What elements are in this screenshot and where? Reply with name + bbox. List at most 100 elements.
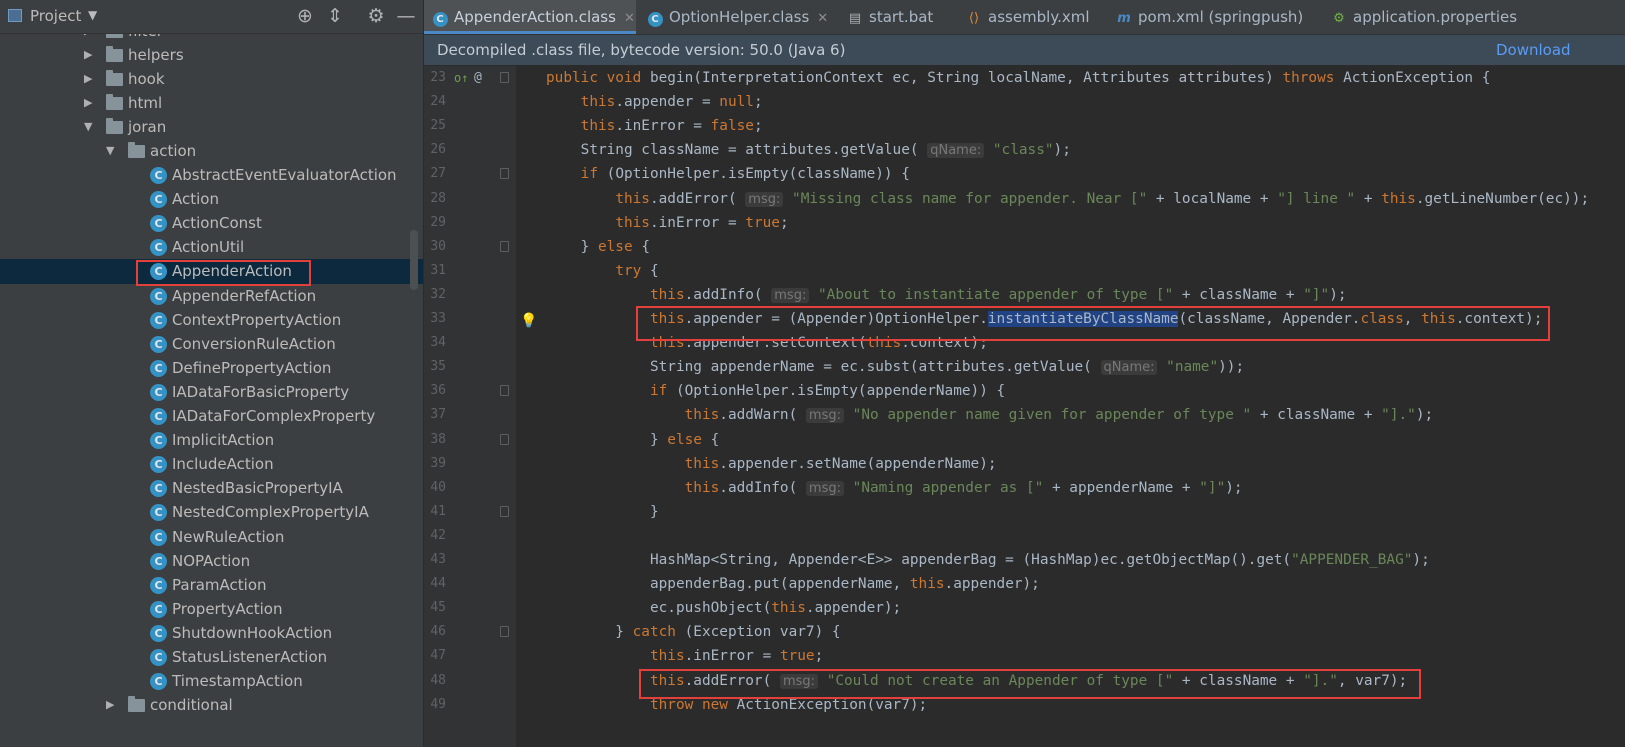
editor-tab[interactable]: C OptionHelper.class ✕ — [639, 0, 836, 34]
editor-tab[interactable]: C AppenderAction.class ✕ — [424, 0, 636, 34]
tree-class-item[interactable]: C AppenderAction — [0, 259, 423, 284]
line-number[interactable]: 43 — [424, 548, 446, 572]
fold-marker-icon[interactable] — [500, 385, 509, 397]
code-line[interactable]: 33 💡 this.appender = (Appender)OptionHelp… — [424, 307, 1625, 331]
tree-class-item[interactable]: C TimestampAction — [0, 669, 423, 693]
code-line[interactable]: 41 } — [424, 500, 1625, 524]
line-number[interactable]: 31 — [424, 259, 446, 283]
line-number[interactable]: 24 — [424, 90, 446, 114]
fold-marker-icon[interactable] — [500, 240, 509, 252]
tree-class-item[interactable]: C IADataForComplexProperty — [0, 404, 423, 428]
code-editor[interactable]: 23 o↑ @ public void begin(InterpretationCon… — [424, 66, 1625, 747]
tree-class-item[interactable]: C NOPAction — [0, 549, 423, 573]
code-line[interactable]: 28 this.addError( msg: "Missing class na… — [424, 187, 1625, 211]
minimize-icon[interactable]: — — [394, 4, 418, 28]
line-number[interactable]: 40 — [424, 476, 446, 500]
code-line[interactable]: 24 this.appender = null; — [424, 90, 1625, 114]
collapsed-arrow-icon[interactable]: ▶ — [84, 67, 96, 91]
line-number[interactable]: 37 — [424, 403, 446, 427]
code-line[interactable]: 29 this.inError = true; — [424, 211, 1625, 235]
tree-class-item[interactable]: C NestedBasicPropertyIA — [0, 476, 423, 500]
collapse-all-icon[interactable]: ⇕ — [323, 4, 347, 28]
line-number[interactable]: 26 — [424, 138, 446, 162]
expanded-arrow-icon[interactable]: ▼ — [106, 139, 118, 163]
fold-marker-icon[interactable] — [500, 433, 509, 445]
code-line[interactable]: 31 try { — [424, 259, 1625, 283]
annotation-marker-icon[interactable]: @ — [474, 66, 482, 90]
tree-class-item[interactable]: C ActionConst — [0, 211, 423, 235]
tree-folder[interactable]: ▶ html — [0, 91, 423, 115]
collapsed-arrow-icon[interactable]: ▶ — [84, 91, 96, 115]
code-line[interactable]: 36 if (OptionHelper.isEmpty(appenderName… — [424, 379, 1625, 403]
expanded-arrow-icon[interactable]: ▼ — [84, 115, 96, 139]
line-number[interactable]: 27 — [424, 162, 446, 186]
line-number[interactable]: 47 — [424, 644, 446, 668]
line-number[interactable]: 32 — [424, 283, 446, 307]
line-number[interactable]: 35 — [424, 355, 446, 379]
tree-class-item[interactable]: C NestedComplexPropertyIA — [0, 500, 423, 524]
code-line[interactable]: 40 this.addInfo( msg: "Naming appender a… — [424, 476, 1625, 500]
tree-class-item[interactable]: C ActionUtil — [0, 235, 423, 259]
code-line[interactable]: 23 o↑ @ public void begin(InterpretationCon… — [424, 66, 1625, 90]
line-number[interactable]: 33 — [424, 307, 446, 331]
project-panel-title[interactable]: Project — [30, 7, 81, 25]
tree-class-item[interactable]: C IADataForBasicProperty — [0, 380, 423, 404]
line-number[interactable]: 49 — [424, 693, 446, 717]
tree-class-item[interactable]: C NewRuleAction — [0, 525, 423, 549]
tree-class-item[interactable]: C AppenderRefAction — [0, 284, 423, 308]
line-number[interactable]: 38 — [424, 428, 446, 452]
code-line[interactable]: 38 } else { — [424, 428, 1625, 452]
tree-class-item[interactable]: C ConversionRuleAction — [0, 332, 423, 356]
line-number[interactable]: 39 — [424, 452, 446, 476]
line-number[interactable]: 44 — [424, 572, 446, 596]
code-line[interactable]: 25 this.inError = false; — [424, 114, 1625, 138]
code-line[interactable]: 37 this.addWarn( msg: "No appender name … — [424, 403, 1625, 427]
line-number[interactable]: 23 — [424, 66, 446, 90]
tree-class-item[interactable]: C ShutdownHookAction — [0, 621, 423, 645]
tree-folder[interactable]: ▼ action — [0, 139, 423, 163]
line-number[interactable]: 30 — [424, 235, 446, 259]
line-number[interactable]: 28 — [424, 187, 446, 211]
tree-scrollbar[interactable] — [410, 230, 418, 290]
fold-marker-icon[interactable] — [500, 168, 509, 180]
fold-marker-icon[interactable] — [500, 505, 509, 517]
tree-class-item[interactable]: C AbstractEventEvaluatorAction — [0, 163, 423, 187]
tree-folder[interactable]: ▶ hook — [0, 67, 423, 91]
editor-tab[interactable]: m pom.xml (springpush) — [1108, 0, 1320, 34]
locate-target-icon[interactable]: ⊕ — [293, 4, 317, 28]
tree-class-item[interactable]: C StatusListenerAction — [0, 645, 423, 669]
code-line[interactable]: 39 this.appender.setName(appenderName); — [424, 452, 1625, 476]
gear-icon[interactable]: ⚙ — [364, 4, 388, 28]
code-line[interactable]: 44 appenderBag.put(appenderName, this.ap… — [424, 572, 1625, 596]
tree-class-item[interactable]: C ImplicitAction — [0, 428, 423, 452]
line-number[interactable]: 34 — [424, 331, 446, 355]
line-number[interactable]: 41 — [424, 500, 446, 524]
code-line[interactable]: 42 — [424, 524, 1625, 548]
code-line[interactable]: 43 HashMap<String, Appender<E>> appender… — [424, 548, 1625, 572]
line-number[interactable]: 25 — [424, 114, 446, 138]
tree-class-item[interactable]: C IncludeAction — [0, 452, 423, 476]
lightbulb-icon[interactable]: 💡 — [520, 309, 537, 333]
line-number[interactable]: 46 — [424, 620, 446, 644]
close-icon[interactable]: ✕ — [817, 11, 828, 26]
fold-marker-icon[interactable] — [500, 626, 509, 638]
tree-folder[interactable]: ▶ helpers — [0, 43, 423, 67]
collapsed-arrow-icon[interactable]: ▶ — [106, 693, 118, 717]
editor-tab[interactable]: ⟨⟩ assembly.xml — [958, 0, 1105, 34]
code-line[interactable]: 49 throw new ActionException(var7); — [424, 693, 1625, 717]
tree-class-item[interactable]: C ParamAction — [0, 573, 423, 597]
tree-class-item[interactable]: C PropertyAction — [0, 597, 423, 621]
tree-class-item[interactable]: C ContextPropertyAction — [0, 308, 423, 332]
code-line[interactable]: 27 if (OptionHelper.isEmpty(className)) … — [424, 162, 1625, 186]
download-sources-link[interactable]: Download — [1496, 35, 1571, 65]
line-number[interactable]: 29 — [424, 211, 446, 235]
collapsed-arrow-icon[interactable]: ▶ — [84, 43, 96, 67]
line-number[interactable]: 45 — [424, 596, 446, 620]
chevron-down-icon[interactable]: ▼ — [88, 8, 97, 22]
code-line[interactable]: 26 String className = attributes.getValu… — [424, 138, 1625, 162]
close-icon[interactable]: ✕ — [624, 11, 635, 26]
tree-class-item[interactable]: C DefinePropertyAction — [0, 356, 423, 380]
tree-class-item[interactable]: C Action — [0, 187, 423, 211]
line-number[interactable]: 48 — [424, 669, 446, 693]
editor-tab[interactable]: ▤ start.bat — [839, 0, 955, 34]
